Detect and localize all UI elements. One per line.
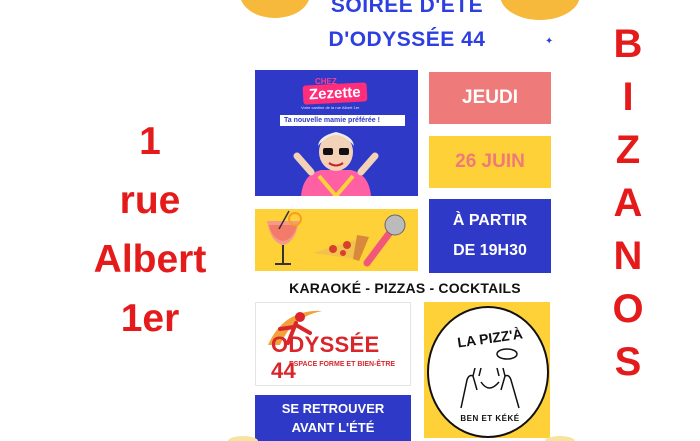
- date-label: 26 JUIN: [455, 151, 525, 172]
- event-title-line1: SOIRÉE D'ÉTÉ: [330, 0, 484, 17]
- address-block: 1 rue Albert 1er: [60, 112, 240, 348]
- activities-label: KARAOKÉ - PIZZAS - COCKTAILS: [289, 280, 521, 296]
- grandmother-icon: [293, 132, 379, 196]
- pizza-logo-panel: LA PIZZ'À BEN ET KÉKÉ: [424, 302, 550, 438]
- address-line: rue: [119, 179, 181, 222]
- zezette-small-text: Votre cantine de la rue Albert 1er: [301, 105, 360, 110]
- microphone-icon: [363, 214, 406, 267]
- city-vertical: B I Z A N O S: [608, 18, 648, 389]
- city-letter: A: [613, 181, 643, 225]
- odyssee-subtitle: ESPACE FORME ET BIEN-ÊTRE: [289, 361, 396, 368]
- cocktail-pizza-microphone-icons: [267, 210, 406, 267]
- odyssee-logo-panel: ODYSSÉE 44 ESPACE FORME ET BIEN-ÊTRE: [255, 302, 411, 386]
- decorative-sun-bottom-right: [545, 436, 575, 441]
- city-letter: N: [613, 234, 643, 278]
- city-letter: O: [612, 287, 644, 331]
- zezette-brand: Zezette: [302, 82, 368, 105]
- time-box: À PARTIR DE 19H30: [429, 199, 551, 273]
- city-letter: B: [613, 22, 643, 66]
- pizza-slice-icon: [313, 235, 369, 261]
- zezette-panel: CHEZ Zezette Votre cantine de la rue Alb…: [255, 70, 418, 196]
- day-box: JEUDI: [429, 72, 551, 124]
- sparkle-icon: ✦: [545, 36, 554, 47]
- address-line: 1er: [120, 297, 180, 340]
- day-label: JEUDI: [462, 87, 518, 108]
- date-box: 26 JUIN: [429, 136, 551, 188]
- pizza-logo-subtitle: BEN ET KÉKÉ: [460, 414, 520, 423]
- cta-box: SE RETROUVER AVANT L'ÉTÉ: [255, 395, 411, 441]
- cta-line1: SE RETROUVER: [281, 401, 385, 416]
- cta-line2: AVANT L'ÉTÉ: [291, 420, 375, 435]
- event-title-line2: D'ODYSSÉE 44: [328, 28, 486, 51]
- time-line2: DE 19H30: [453, 242, 527, 259]
- food-drinks-panel: [255, 209, 418, 271]
- address-line: 1: [139, 120, 161, 163]
- zezette-tagline: Ta nouvelle mamie préférée !: [280, 115, 405, 126]
- cocktail-icon: [267, 210, 302, 265]
- city-letter: S: [614, 340, 642, 384]
- odyssee-logo-text: ODYSSÉE 44: [271, 332, 380, 383]
- pizza-logo-circle: LA PIZZ'À BEN ET KÉKÉ: [427, 306, 549, 438]
- time-line1: À PARTIR: [452, 212, 528, 229]
- city-letter: Z: [615, 128, 641, 172]
- address-line: Albert: [93, 238, 207, 281]
- city-letter: I: [622, 75, 634, 119]
- decorative-sun-bottom-left: [228, 436, 258, 441]
- hands-pizza-icon: [460, 348, 520, 409]
